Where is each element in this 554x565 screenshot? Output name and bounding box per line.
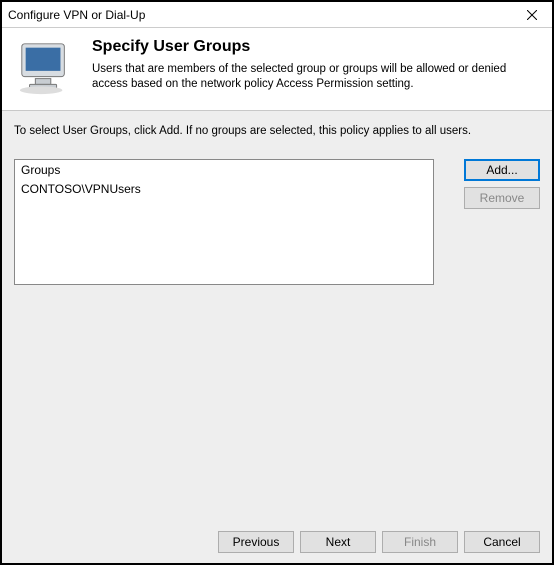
list-item[interactable]: CONTOSO\VPNUsers: [15, 180, 433, 198]
cancel-button[interactable]: Cancel: [464, 531, 540, 553]
page-heading: Specify User Groups: [92, 38, 538, 56]
groups-listbox[interactable]: Groups CONTOSO\VPNUsers: [14, 159, 434, 285]
titlebar: Configure VPN or Dial-Up: [2, 2, 552, 28]
finish-button[interactable]: Finish: [382, 531, 458, 553]
instruction-text: To select User Groups, click Add. If no …: [14, 125, 540, 137]
page-description: Users that are members of the selected g…: [92, 62, 538, 92]
monitor-icon: [16, 38, 74, 96]
groups-column-header: Groups: [15, 160, 433, 180]
next-button[interactable]: Next: [300, 531, 376, 553]
wizard-buttons: Previous Next Finish Cancel: [14, 523, 540, 553]
close-icon: [527, 10, 537, 20]
close-button[interactable]: [512, 2, 552, 28]
window-title: Configure VPN or Dial-Up: [8, 8, 145, 22]
previous-button[interactable]: Previous: [218, 531, 294, 553]
groups-row: Groups CONTOSO\VPNUsers Add... Remove: [14, 159, 540, 285]
content-area: To select User Groups, click Add. If no …: [2, 110, 552, 563]
side-buttons: Add... Remove: [464, 159, 540, 209]
remove-button[interactable]: Remove: [464, 187, 540, 209]
add-button[interactable]: Add...: [464, 159, 540, 181]
wizard-header: Specify User Groups Users that are membe…: [2, 28, 552, 110]
header-text: Specify User Groups Users that are membe…: [92, 38, 538, 96]
